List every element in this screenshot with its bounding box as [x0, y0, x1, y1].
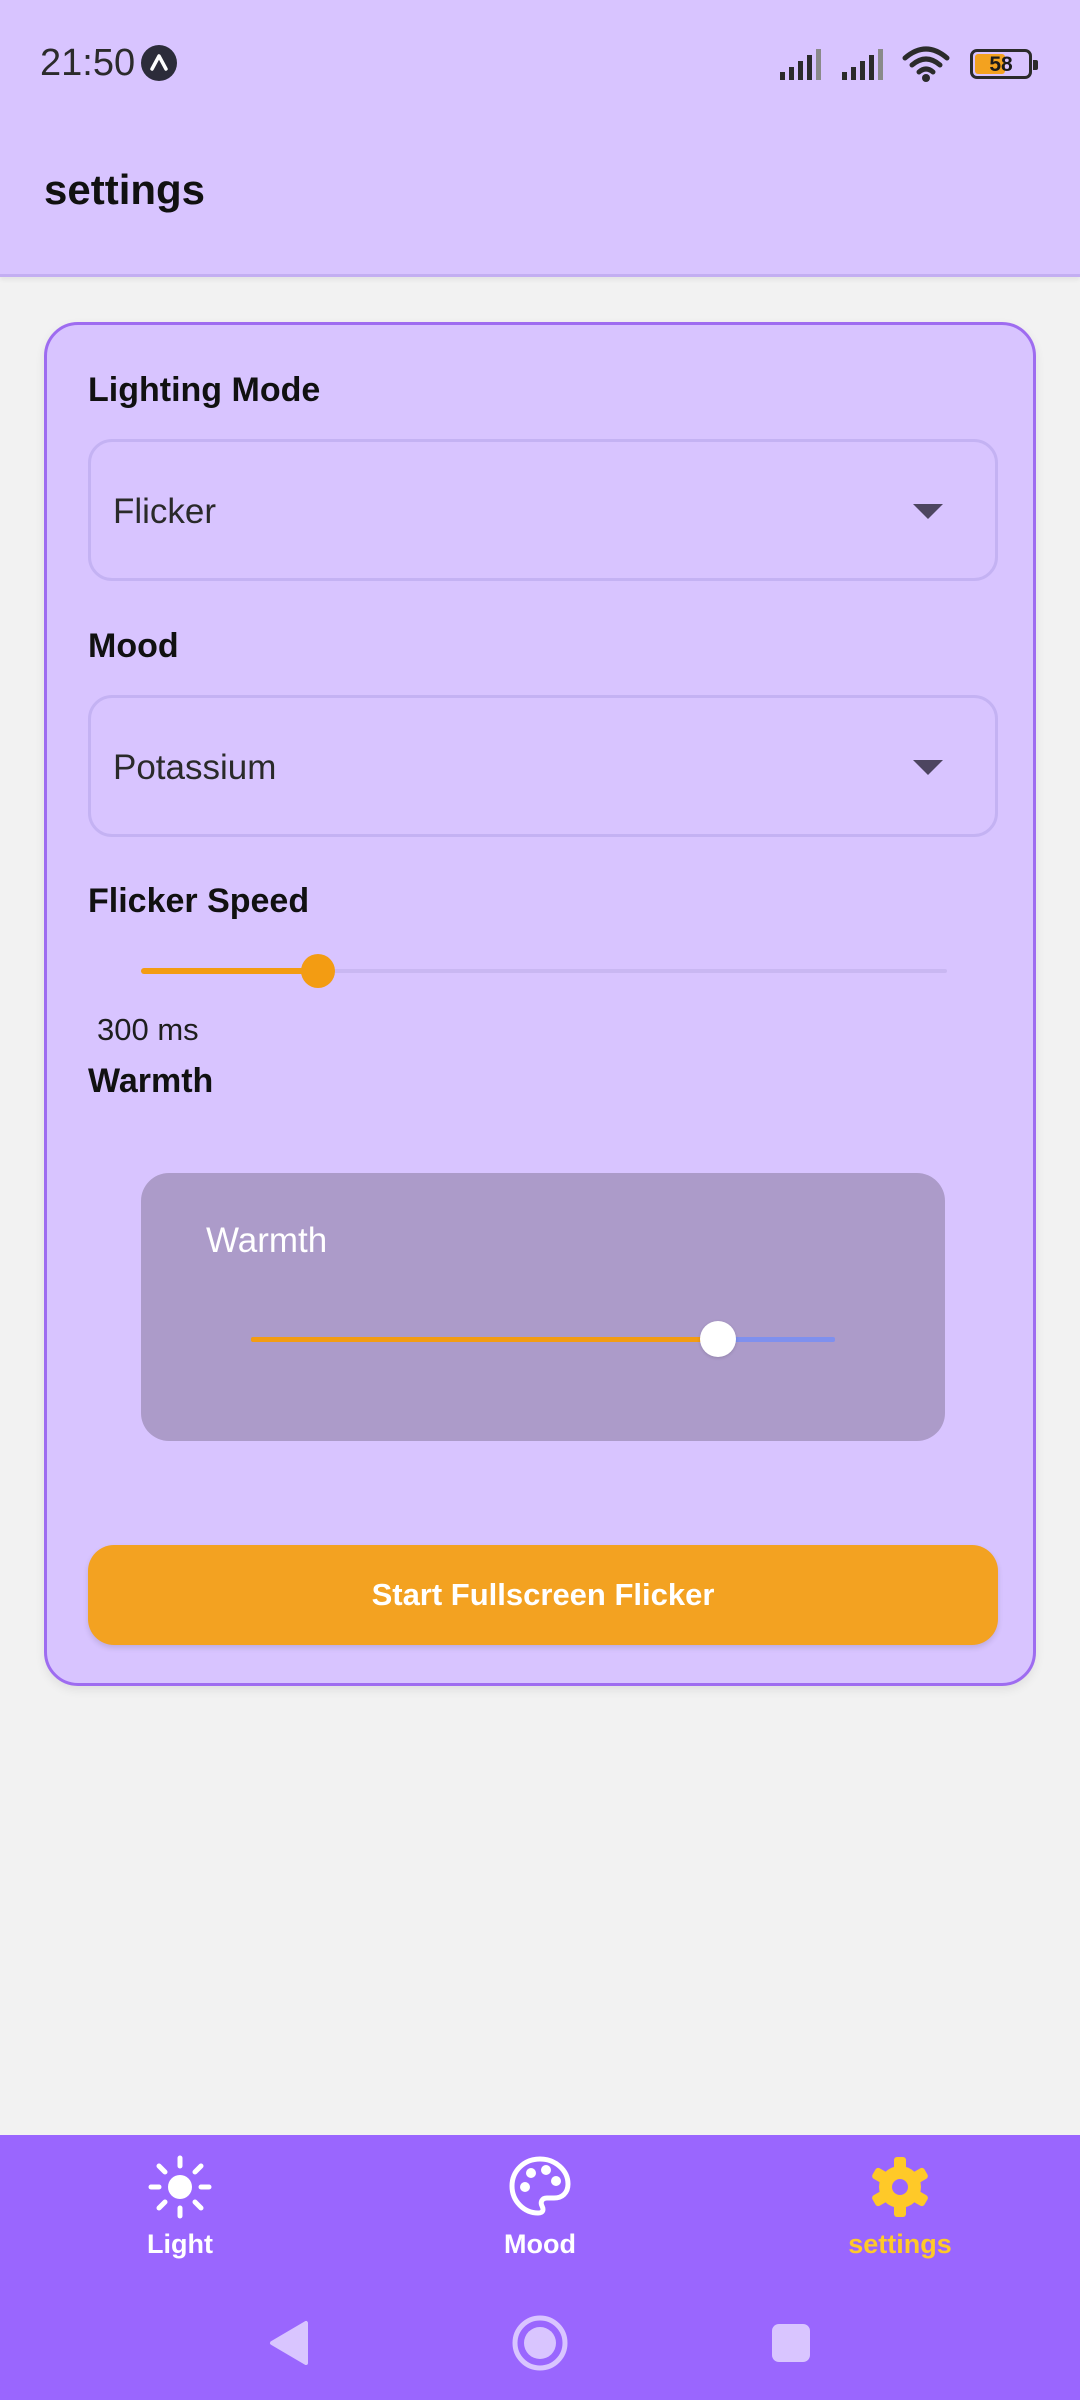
nav-label-mood: Mood — [504, 2229, 576, 2259]
status-icons: 58 — [778, 44, 1038, 84]
chevron-down-icon — [913, 760, 943, 775]
slider-fill — [141, 968, 319, 974]
settings-screen: 21:50 58 settings Lighting Mode Flicker … — [0, 0, 1080, 2400]
warmth-panel: Warmth — [141, 1173, 945, 1441]
signal-icon — [842, 49, 883, 80]
wifi-icon — [902, 46, 950, 82]
flicker-speed-slider[interactable] — [141, 951, 947, 991]
lighting-mode-dropdown[interactable]: Flicker — [88, 439, 998, 581]
mood-label: Mood — [88, 627, 179, 665]
settings-card: Lighting Mode Flicker Mood Potassium Fli… — [44, 322, 1036, 1686]
back-icon[interactable] — [262, 2293, 312, 2393]
flicker-speed-value: 300 ms — [97, 1012, 199, 1047]
gear-icon — [872, 2157, 928, 2217]
warmth-panel-label: Warmth — [206, 1221, 328, 1260]
flicker-speed-label: Flicker Speed — [88, 882, 310, 920]
nav-label-light: Light — [147, 2229, 213, 2259]
slider-thumb[interactable] — [700, 1321, 737, 1357]
slider-fill — [251, 1337, 719, 1342]
lighting-mode-value: Flicker — [113, 492, 217, 531]
slider-thumb[interactable] — [301, 954, 336, 988]
battery-percent: 58 — [989, 53, 1013, 76]
recents-icon[interactable] — [768, 2293, 814, 2393]
mood-dropdown[interactable]: Potassium — [88, 695, 998, 837]
page-title: settings — [44, 166, 206, 213]
lighting-mode-label: Lighting Mode — [88, 371, 321, 409]
nav-label-settings: settings — [848, 2229, 952, 2259]
start-fullscreen-flicker-button[interactable]: Start Fullscreen Flicker — [88, 1545, 998, 1645]
status-time: 21:50 — [40, 42, 136, 84]
nav-item-light[interactable]: Light — [80, 2155, 280, 2295]
bottom-navigation: Light Mood settings — [0, 2135, 1080, 2400]
palette-icon — [509, 2156, 571, 2216]
system-navigation-bar — [0, 2293, 1080, 2393]
home-icon[interactable] — [510, 2293, 570, 2393]
top-app-bar: 21:50 58 settings — [0, 0, 1080, 277]
warmth-slider[interactable] — [251, 1319, 835, 1359]
mood-value: Potassium — [113, 748, 277, 787]
nav-item-mood[interactable]: Mood — [440, 2155, 640, 2295]
sun-icon — [148, 2155, 212, 2219]
signal-icon — [780, 49, 821, 80]
chevron-down-icon — [913, 504, 943, 519]
battery-icon: 58 — [970, 49, 1038, 79]
nav-item-settings[interactable]: settings — [800, 2155, 1000, 2295]
warmth-label: Warmth — [88, 1062, 214, 1100]
app-notification-icon — [141, 45, 177, 81]
